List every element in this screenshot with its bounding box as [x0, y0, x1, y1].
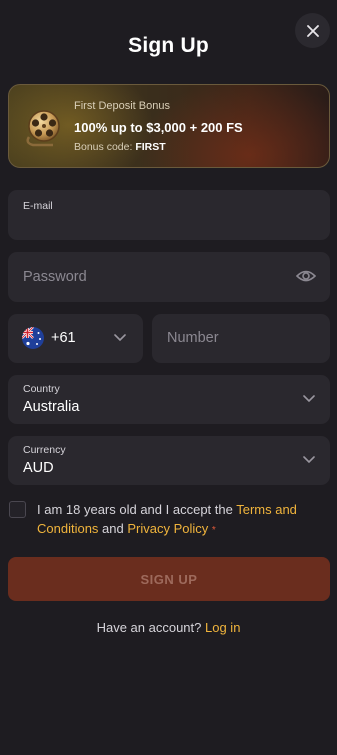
bonus-code-label: Bonus code: — [74, 141, 133, 153]
chevron-down-icon — [303, 456, 315, 464]
password-field[interactable]: Password — [8, 252, 330, 302]
country-value: Australia — [23, 399, 80, 415]
dial-code: +61 — [51, 330, 76, 346]
consent-text-before: I am 18 years old and I accept the — [37, 502, 237, 517]
bonus-code-line: Bonus code: FIRST — [74, 141, 166, 153]
bonus-subtitle: First Deposit Bonus — [74, 100, 170, 112]
currency-label: Currency — [23, 444, 66, 456]
required-mark: * — [211, 525, 216, 536]
eye-icon[interactable] — [296, 268, 316, 284]
email-label: E-mail — [23, 200, 53, 212]
currency-select[interactable]: Currency AUD — [8, 436, 330, 485]
consent-text-middle: and — [98, 521, 128, 536]
login-link[interactable]: Log in — [205, 620, 240, 635]
country-label: Country — [23, 383, 60, 395]
phone-number-field[interactable]: Number — [152, 314, 330, 363]
age-consent-checkbox[interactable] — [9, 501, 26, 518]
country-select[interactable]: Country Australia — [8, 375, 330, 424]
number-placeholder: Number — [167, 330, 219, 346]
page-title: Sign Up — [128, 34, 209, 57]
login-prompt-text: Have an account? — [96, 620, 202, 635]
country-code-select[interactable]: +61 — [8, 314, 143, 363]
chevron-down-icon — [114, 334, 126, 342]
email-field[interactable]: E-mail — [8, 190, 330, 240]
currency-value: AUD — [23, 460, 54, 476]
chevron-down-icon — [303, 395, 315, 403]
bonus-headline: 100% up to $3,000 + 200 FS — [74, 120, 243, 135]
bonus-banner: First Deposit Bonus 100% up to $3,000 + … — [8, 84, 330, 168]
sign-up-button[interactable]: SIGN UP — [8, 557, 330, 601]
login-prompt: Have an account? Log in — [0, 620, 337, 635]
australia-flag-icon — [22, 327, 44, 349]
consent-text: I am 18 years old and I accept the Terms… — [37, 500, 302, 540]
film-reel-icon — [26, 110, 60, 147]
bonus-code-value: FIRST — [135, 141, 166, 153]
privacy-link[interactable]: Privacy Policy — [127, 521, 208, 536]
password-placeholder: Password — [23, 269, 87, 285]
